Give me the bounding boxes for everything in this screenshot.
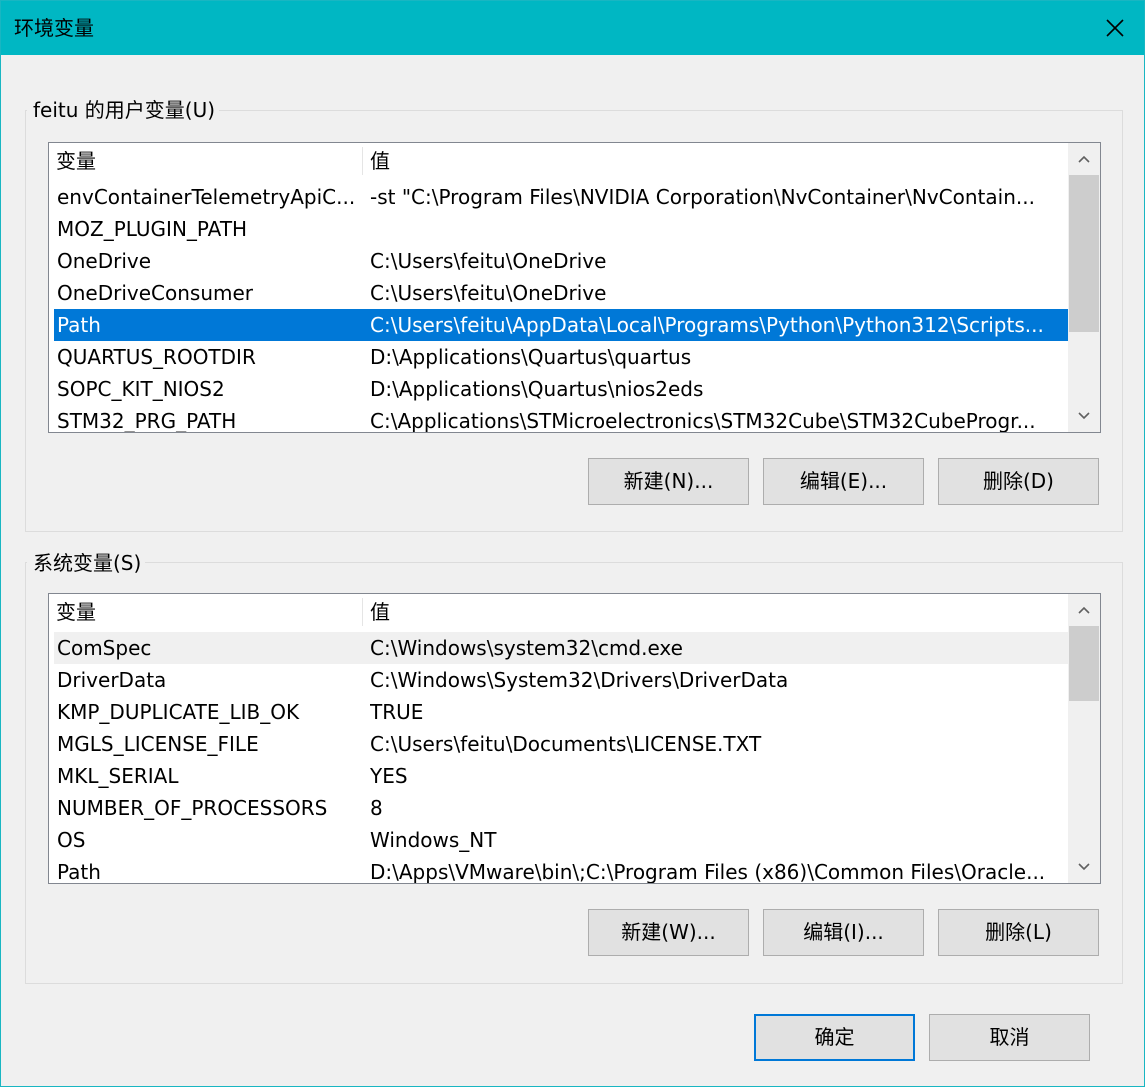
table-row[interactable]: OS Windows_NT (54, 824, 1068, 856)
scroll-down-button[interactable] (1068, 400, 1100, 432)
variable-name: QUARTUS_ROOTDIR (57, 345, 256, 369)
variable-value: C:\Windows\system32\cmd.exe (370, 636, 683, 660)
scroll-thumb[interactable] (1069, 175, 1099, 332)
chevron-up-icon (1078, 155, 1090, 163)
variable-name: KMP_DUPLICATE_LIB_OK (57, 700, 300, 724)
vertical-scrollbar[interactable] (1068, 143, 1100, 432)
window-title: 环境变量 (14, 16, 94, 40)
table-row[interactable]: STM32_PRG_PATH C:\Applications\STMicroel… (54, 405, 1068, 433)
variable-name: SOPC_KIT_NIOS2 (57, 377, 225, 401)
table-row[interactable]: Path D:\Apps\VMware\bin\;C:\Program File… (54, 856, 1068, 884)
list-header: 变量 值 (49, 594, 1068, 630)
close-icon (1106, 19, 1124, 37)
scroll-up-button[interactable] (1068, 594, 1100, 626)
variable-name: OS (57, 828, 86, 852)
system-variables-label: 系统变量(S) (27, 550, 146, 576)
variable-value: 8 (370, 796, 383, 820)
variable-value: D:\Applications\Quartus\quartus (370, 345, 692, 369)
column-header-variable[interactable]: 变量 (49, 594, 362, 630)
user-new-button[interactable]: 新建(N)... (588, 458, 749, 505)
user-edit-button[interactable]: 编辑(E)... (763, 458, 924, 505)
table-row[interactable]: OneDrive C:\Users\feitu\OneDrive (54, 245, 1068, 277)
variable-name: OneDrive (57, 249, 152, 273)
table-row[interactable]: KMP_DUPLICATE_LIB_OK TRUE (54, 696, 1068, 728)
table-row-selected[interactable]: Path C:\Users\feitu\AppData\Local\Progra… (54, 309, 1068, 341)
scroll-thumb[interactable] (1069, 626, 1099, 701)
variable-name: MOZ_PLUGIN_PATH (57, 217, 248, 241)
environment-variables-dialog: 环境变量 feitu 的用户变量(U) 变量 值 envContainerTel… (0, 0, 1145, 1087)
variable-value: C:\Users\feitu\AppData\Local\Programs\Py… (370, 313, 1044, 337)
ok-button[interactable]: 确定 (754, 1014, 915, 1061)
chevron-down-icon (1078, 863, 1090, 871)
system-variables-list[interactable]: 变量 值 ComSpec C:\Windows\system32\cmd.exe… (48, 593, 1101, 884)
title-bar: 环境变量 (1, 1, 1144, 55)
variable-name: DriverData (57, 668, 167, 692)
chevron-up-icon (1078, 606, 1090, 614)
table-row[interactable]: QUARTUS_ROOTDIR D:\Applications\Quartus\… (54, 341, 1068, 373)
column-header-value[interactable]: 值 (363, 143, 1063, 179)
variable-name: ComSpec (57, 636, 152, 660)
table-row[interactable]: MOZ_PLUGIN_PATH (54, 213, 1068, 245)
close-button[interactable] (1086, 1, 1144, 55)
variable-value (370, 213, 1062, 245)
variable-name: OneDriveConsumer (57, 281, 254, 305)
variable-value: Windows_NT (370, 828, 497, 852)
variable-name: Path (57, 313, 101, 337)
table-row[interactable]: MGLS_LICENSE_FILE C:\Users\feitu\Documen… (54, 728, 1068, 760)
variable-name: STM32_PRG_PATH (57, 409, 237, 433)
variable-value: D:\Applications\Quartus\nios2eds (370, 377, 704, 401)
user-variables-list[interactable]: 变量 值 envContainerTelemetryApiC... -st "C… (48, 142, 1101, 433)
variable-name: MKL_SERIAL (57, 764, 179, 788)
variable-name: MGLS_LICENSE_FILE (57, 732, 259, 756)
scroll-up-button[interactable] (1068, 143, 1100, 175)
variable-name: NUMBER_OF_PROCESSORS (57, 796, 328, 820)
table-row[interactable]: DriverData C:\Windows\System32\Drivers\D… (54, 664, 1068, 696)
table-row[interactable]: envContainerTelemetryApiC... -st "C:\Pro… (54, 181, 1068, 213)
table-row[interactable]: OneDriveConsumer C:\Users\feitu\OneDrive (54, 277, 1068, 309)
chevron-down-icon (1078, 412, 1090, 420)
variable-value: D:\Apps\VMware\bin\;C:\Program Files (x8… (370, 860, 1046, 884)
variable-value: C:\Windows\System32\Drivers\DriverData (370, 668, 789, 692)
system-new-button[interactable]: 新建(W)... (588, 909, 749, 956)
variable-value: C:\Users\feitu\OneDrive (370, 249, 607, 273)
variable-name: envContainerTelemetryApiC... (57, 185, 356, 209)
scroll-down-button[interactable] (1068, 851, 1100, 883)
table-row-hover[interactable]: ComSpec C:\Windows\system32\cmd.exe (54, 632, 1068, 664)
variable-value: -st "C:\Program Files\NVIDIA Corporation… (370, 185, 1035, 209)
variable-name: Path (57, 860, 101, 884)
variable-value: C:\Applications\STMicroelectronics\STM32… (370, 409, 1036, 433)
user-delete-button[interactable]: 删除(D) (938, 458, 1099, 505)
table-row[interactable]: SOPC_KIT_NIOS2 D:\Applications\Quartus\n… (54, 373, 1068, 405)
cancel-button[interactable]: 取消 (929, 1014, 1090, 1061)
variable-value: C:\Users\feitu\Documents\LICENSE.TXT (370, 732, 762, 756)
column-header-variable[interactable]: 变量 (49, 143, 362, 179)
user-variables-label: feitu 的用户变量(U) (27, 97, 220, 123)
table-row[interactable]: MKL_SERIAL YES (54, 760, 1068, 792)
system-edit-button[interactable]: 编辑(I)... (763, 909, 924, 956)
variable-value: C:\Users\feitu\OneDrive (370, 281, 607, 305)
system-delete-button[interactable]: 删除(L) (938, 909, 1099, 956)
variable-value: YES (370, 764, 408, 788)
column-header-value[interactable]: 值 (363, 594, 1063, 630)
table-row[interactable]: NUMBER_OF_PROCESSORS 8 (54, 792, 1068, 824)
list-header: 变量 值 (49, 143, 1068, 179)
variable-value: TRUE (370, 700, 424, 724)
vertical-scrollbar[interactable] (1068, 594, 1100, 883)
